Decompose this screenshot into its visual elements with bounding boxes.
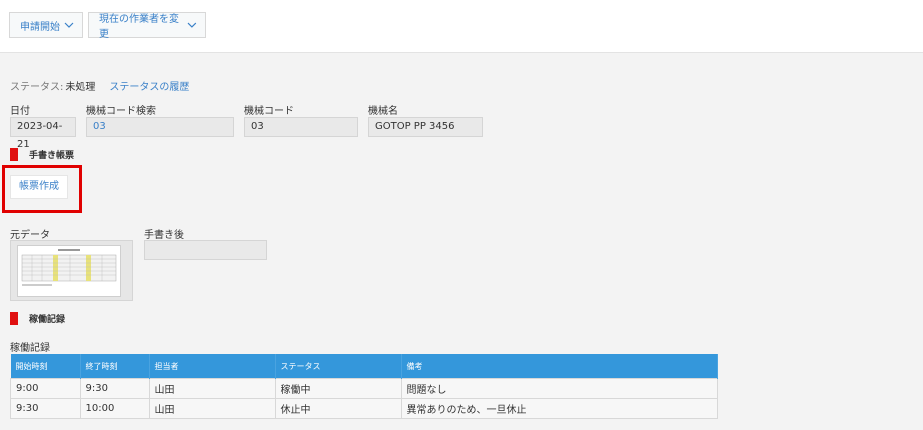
column-header-status: ステータス (275, 354, 402, 379)
table-cell: 異常ありのため、一旦休止 (400, 398, 718, 419)
section-marker (10, 312, 18, 325)
table-cell: 稼働中 (274, 378, 402, 399)
table-row: 9:00 9:30 山田 稼働中 問題なし (10, 378, 718, 399)
machine-code-field[interactable]: 03 (244, 117, 358, 137)
change-assignee-label: 現在の作業者を変更 (99, 14, 179, 40)
operation-table-label: 稼働記録 (10, 343, 50, 354)
column-header-assignee: 担当者 (149, 354, 276, 379)
chevron-down-icon (64, 22, 74, 28)
start-request-button[interactable]: 申請開始 (9, 12, 83, 38)
table-cell: 9:30 (79, 378, 150, 399)
document-thumbnail (17, 245, 121, 297)
action-toolbar: 申請開始 現在の作業者を変更 (0, 0, 923, 53)
operation-section-title: 稼働記録 (29, 315, 66, 325)
date-field[interactable]: 2023-04-21 (10, 117, 76, 150)
table-cell: 山田 (148, 398, 276, 419)
operation-section-header: 稼働記録 (10, 312, 65, 325)
machine-code-search-label: 機械コード検索 (86, 106, 156, 117)
status-label: ステータス: (10, 82, 64, 93)
handwritten-section-header: 手書き帳票 (10, 148, 74, 161)
column-header-remarks: 備考 (401, 354, 718, 379)
chevron-down-icon (187, 22, 197, 28)
original-data-thumbnail[interactable] (10, 240, 133, 301)
date-label: 日付 (10, 106, 30, 117)
status-history-link[interactable]: ステータスの履歴 (109, 82, 189, 93)
change-assignee-button[interactable]: 現在の作業者を変更 (88, 12, 206, 40)
table-row: 9:30 10:00 山田 休止中 異常ありのため、一旦休止 (10, 398, 718, 419)
column-header-end-time: 終了時刻 (80, 354, 150, 379)
table-cell: 9:00 (10, 378, 81, 399)
section-marker (10, 148, 18, 161)
spreadsheet-preview-icon (21, 249, 117, 286)
machine-name-label: 機械名 (368, 106, 398, 117)
machine-code-search-field[interactable]: 03 (86, 117, 234, 137)
table-cell: 山田 (148, 378, 276, 399)
original-data-label: 元データ (10, 230, 50, 241)
start-request-label: 申請開始 (20, 21, 60, 33)
machine-name-field[interactable]: GOTOP PP 3456 (368, 117, 483, 137)
table-cell: 問題なし (400, 378, 718, 399)
status-value: 未処理 (65, 82, 96, 93)
operation-record-table: 開始時刻 終了時刻 担当者 ステータス 備考 9:00 9:30 山田 稼働中 … (10, 354, 718, 419)
create-form-button[interactable]: 帳票作成 (10, 175, 68, 199)
column-header-start-time: 開始時刻 (10, 354, 81, 379)
table-cell: 10:00 (79, 398, 150, 419)
table-cell: 9:30 (10, 398, 81, 419)
handwritten-section-title: 手書き帳票 (29, 151, 75, 161)
after-handwriting-field[interactable] (144, 240, 267, 260)
after-handwriting-label: 手書き後 (144, 230, 184, 241)
table-header-row: 開始時刻 終了時刻 担当者 ステータス 備考 (10, 354, 718, 379)
machine-code-label: 機械コード (244, 106, 294, 117)
table-cell: 休止中 (274, 398, 402, 419)
status-row: ステータス: 未処理 ステータスの履歴 (10, 78, 189, 93)
